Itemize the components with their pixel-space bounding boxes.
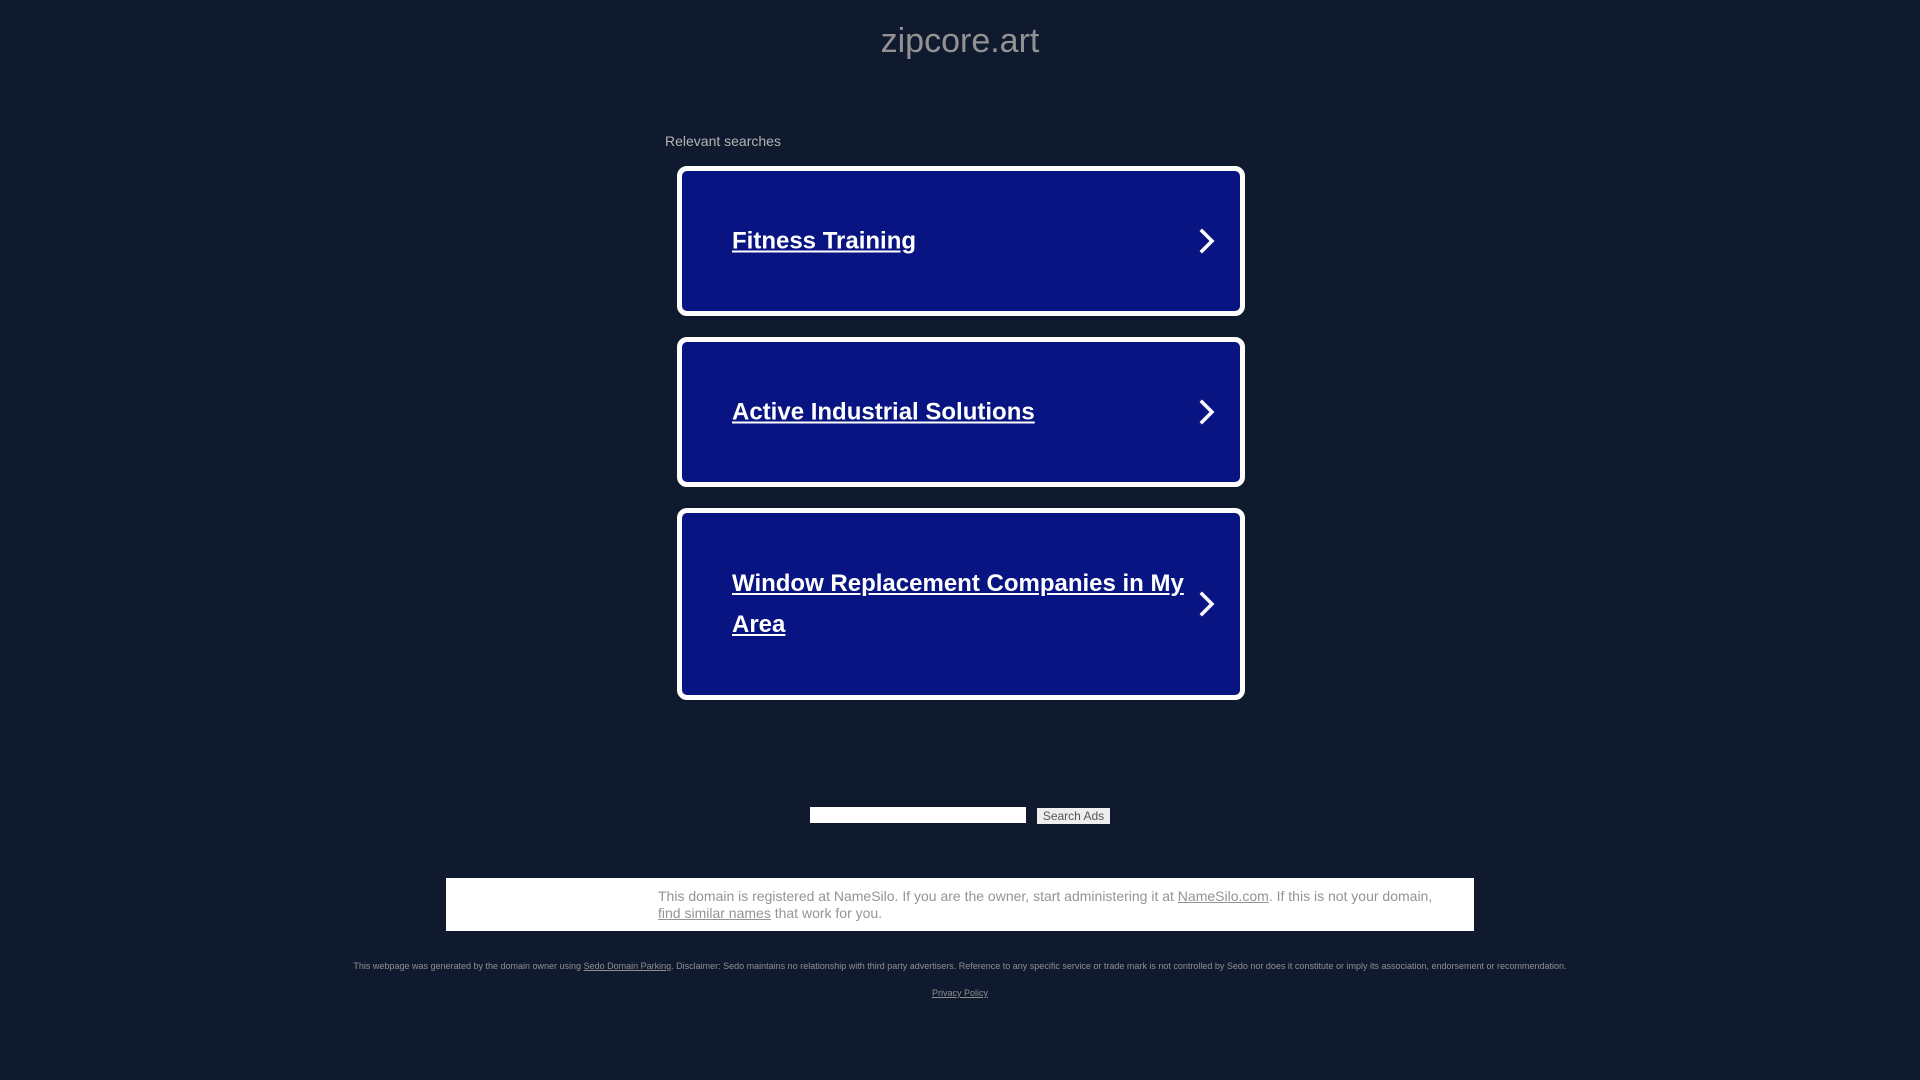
relevant-searches-label: Relevant searches [665, 133, 781, 149]
registrar-text: This domain is registered at NameSilo. I… [658, 888, 1458, 922]
registrar-notice: This domain is registered at NameSilo. I… [446, 878, 1474, 931]
registrar-text-part: that work for you. [770, 905, 883, 921]
registrar-text-part: . If this is not your domain, [1268, 888, 1433, 904]
search-input[interactable] [810, 807, 1026, 823]
search-result-link[interactable]: Window Replacement Companies in My Area [732, 563, 1192, 645]
registrar-text-part: This domain is registered at NameSilo. I… [658, 888, 1178, 904]
search-result-card-fitness-training[interactable]: Fitness Training [677, 166, 1245, 316]
disclaimer-text-part: . Disclaimer: Sedo maintains no relation… [671, 961, 1567, 971]
namesilo-link[interactable]: NameSilo.com [1178, 888, 1269, 904]
chevron-right-icon [1199, 399, 1215, 425]
find-similar-names-link[interactable]: find similar names [658, 905, 771, 921]
search-result-link[interactable]: Active Industrial Solutions [732, 392, 1192, 433]
search-result-card-window-replacement[interactable]: Window Replacement Companies in My Area [677, 508, 1245, 700]
privacy-policy-row: Privacy Policy [0, 988, 1920, 998]
search-result-link[interactable]: Fitness Training [732, 221, 1192, 262]
sedo-domain-parking-link[interactable]: Sedo Domain Parking [584, 961, 672, 971]
privacy-policy-link[interactable]: Privacy Policy [932, 988, 988, 998]
domain-title: zipcore.art [880, 22, 1040, 60]
search-ads-button[interactable]: Search Ads [1037, 808, 1110, 824]
sedo-disclaimer: This webpage was generated by the domain… [0, 961, 1920, 971]
chevron-right-icon [1199, 228, 1215, 254]
disclaimer-text-part: This webpage was generated by the domain… [353, 961, 584, 971]
parked-domain-page: zipcore.art Relevant searches Fitness Tr… [0, 0, 1920, 1080]
search-result-card-active-industrial-solutions[interactable]: Active Industrial Solutions [677, 337, 1245, 487]
chevron-right-icon [1199, 591, 1215, 617]
